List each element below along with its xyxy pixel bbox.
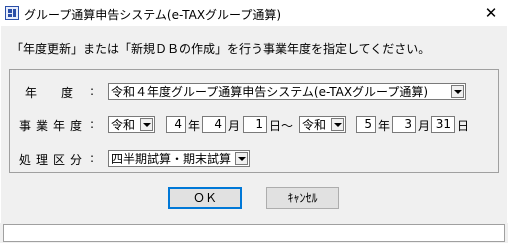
year-select[interactable]: 令和４年度グループ通算申告システム(e-TAXグループ通算) (108, 83, 466, 100)
start-year-unit: 年 (188, 119, 201, 133)
year-label: 年 度 (25, 86, 74, 100)
period-label: 事業年度 (19, 119, 88, 133)
ok-button[interactable]: ＯＫ (168, 187, 242, 209)
dialog-body: 「年度更新」または「新規ＤＢの作成」を行う事業年度を指定してください。 年 度 … (1, 26, 507, 223)
start-era-select[interactable]: 令和 (108, 116, 155, 133)
category-select[interactable]: 四半期試算・期末試算 (108, 150, 250, 167)
end-day-input[interactable]: 31 (431, 116, 455, 133)
close-button[interactable]: ✕ (478, 2, 504, 24)
end-day-unit: 日 (457, 119, 470, 133)
period-separator: ～ (281, 119, 294, 133)
start-month-input[interactable]: 4 (202, 116, 226, 133)
chevron-down-icon[interactable] (451, 85, 464, 98)
end-year-input[interactable]: 5 (356, 116, 376, 133)
end-month-input[interactable]: 3 (392, 116, 416, 133)
category-colon: : (90, 151, 95, 165)
end-month-unit: 月 (418, 119, 431, 133)
start-day-input[interactable]: 1 (243, 116, 267, 133)
chevron-down-icon[interactable] (235, 152, 248, 165)
cancel-button[interactable]: ｷｬﾝｾﾙ (266, 187, 339, 209)
end-year-unit: 年 (378, 119, 391, 133)
close-icon: ✕ (484, 4, 498, 22)
chevron-down-icon[interactable] (331, 118, 344, 131)
start-era-value: 令和 (111, 118, 136, 132)
start-day-unit: 日 (269, 119, 282, 133)
year-select-value: 令和４年度グループ通算申告システム(e-TAXグループ通算) (111, 85, 429, 99)
settings-group: 年 度 : 令和４年度グループ通算申告システム(e-TAXグループ通算) 事業年… (9, 69, 499, 173)
chevron-down-icon[interactable] (140, 118, 153, 131)
start-year-input[interactable]: 4 (166, 116, 186, 133)
app-icon (5, 6, 19, 20)
category-label: 処理区分 (19, 153, 88, 167)
status-bar (0, 223, 508, 243)
instruction-text: 「年度更新」または「新規ＤＢの作成」を行う事業年度を指定してください。 (11, 42, 431, 56)
end-era-value: 令和 (302, 118, 327, 132)
status-field (3, 224, 505, 242)
title-bar: グループ通算申告システム(e-TAXグループ通算) ✕ (0, 0, 508, 26)
window-title: グループ通算申告システム(e-TAXグループ通算) (24, 8, 282, 22)
category-select-value: 四半期試算・期末試算 (111, 152, 232, 166)
period-colon: : (90, 117, 95, 131)
end-era-select[interactable]: 令和 (299, 116, 346, 133)
start-month-unit: 月 (228, 119, 241, 133)
year-colon: : (90, 84, 95, 98)
